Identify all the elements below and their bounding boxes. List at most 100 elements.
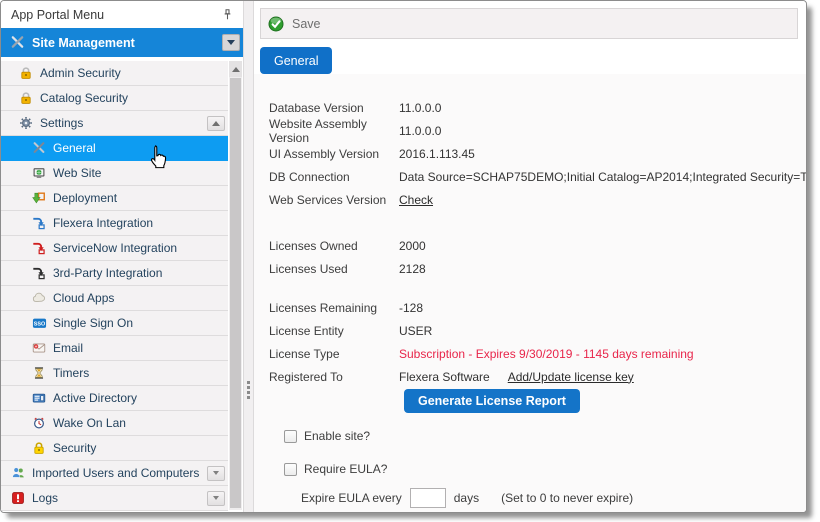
- sidebar-item-security[interactable]: Security: [1, 436, 228, 461]
- splitter-grip-icon: [247, 381, 250, 401]
- form-row-license-entity: License EntityUSER: [269, 319, 806, 342]
- checkbox-label: Enable site?: [304, 429, 370, 443]
- field-value: 2016.1.113.45: [399, 147, 475, 161]
- license-rows-bottom: Licenses Remaining-128License EntityUSER…: [269, 296, 806, 388]
- field-value: Data Source=SCHAP75DEMO;Initial Catalog=…: [399, 170, 806, 184]
- generate-license-report-button[interactable]: Generate License Report: [404, 389, 580, 413]
- section-dropdown-button[interactable]: [222, 34, 240, 51]
- checkbox-row-enable-site: Enable site?: [284, 429, 806, 443]
- field-label: DB Connection: [269, 170, 399, 184]
- sidebar-item-label: Security: [53, 441, 225, 455]
- field-label: UI Assembly Version: [269, 147, 399, 161]
- sidebar-item-label: Active Directory: [53, 391, 225, 405]
- license-rows-top: Licenses Owned2000Licenses Used2128: [269, 234, 806, 280]
- section-label: Site Management: [32, 36, 222, 50]
- sidebar-item-3rd-party-integration[interactable]: 3rd-Party Integration: [1, 261, 228, 286]
- sidebar-item-logs[interactable]: Logs: [1, 486, 228, 511]
- sidebar-section-site-management[interactable]: Site Management: [1, 28, 243, 57]
- tab-bar: General: [260, 47, 806, 74]
- field-label: Licenses Used: [269, 262, 399, 276]
- splitter[interactable]: [243, 1, 254, 512]
- sidebar-item-single-sign-on[interactable]: SSO Single Sign On: [1, 311, 228, 336]
- eula-suffix-label: days: [454, 491, 479, 505]
- eula-note-label: (Set to 0 to never expire): [501, 491, 633, 505]
- field-value: 2000: [399, 239, 426, 253]
- sidebar-item-wake-on-lan[interactable]: Wake On Lan: [1, 411, 228, 436]
- field-label: Registered To: [269, 370, 399, 384]
- toolbar: Save: [260, 8, 798, 39]
- sidebar-item-label: Wake On Lan: [53, 416, 225, 430]
- version-info-rows: Database Version11.0.0.0Website Assembly…: [269, 96, 806, 211]
- sidebar-item-label: Single Sign On: [53, 316, 225, 330]
- gear-icon: [18, 115, 34, 131]
- sidebar-item-label: Cloud Apps: [53, 291, 225, 305]
- checkbox-enable-site[interactable]: [284, 430, 297, 443]
- form-row-registered-to: Registered ToFlexera Software Add/Update …: [269, 365, 806, 388]
- sidebar-item-label: Timers: [53, 366, 225, 380]
- sidebar-item-catalog-security[interactable]: Catalog Security: [1, 86, 228, 111]
- field-value: 11.0.0.0: [399, 124, 441, 138]
- sidebar-scrollbar[interactable]: [229, 61, 242, 510]
- form-row-db-connection: DB ConnectionData Source=SCHAP75DEMO;Ini…: [269, 165, 806, 188]
- sidebar-item-label: Logs: [32, 491, 207, 505]
- sidebar: App Portal Menu Site Management Admin Se…: [1, 1, 243, 512]
- collapse-button[interactable]: [207, 116, 225, 131]
- hourglass-icon: [31, 365, 47, 381]
- sidebar-item-deployment[interactable]: Deployment: [1, 186, 228, 211]
- eula-expiry-row: Expire EULA every days (Set to 0 to neve…: [301, 488, 806, 508]
- sidebar-item-cloud-apps[interactable]: Cloud Apps: [1, 286, 228, 311]
- sidebar-item-label: General: [53, 141, 225, 155]
- scrollbar-thumb[interactable]: [230, 78, 241, 508]
- sidebar-item-label: Admin Security: [40, 66, 225, 80]
- sidebar-item-active-directory[interactable]: Active Directory: [1, 386, 228, 411]
- cloud-icon: [31, 290, 47, 306]
- field-label: Website Assembly Version: [269, 117, 399, 145]
- form-row-licenses-owned: Licenses Owned2000: [269, 234, 806, 257]
- alarm-clock-icon: [31, 415, 47, 431]
- sidebar-item-label: Web Site: [53, 166, 225, 180]
- sidebar-item-web-site[interactable]: Web Site: [1, 161, 228, 186]
- eula-days-input[interactable]: [410, 488, 446, 508]
- sidebar-item-general[interactable]: General: [1, 136, 228, 161]
- email-icon: [31, 340, 47, 356]
- padlock-yellow-icon: [31, 440, 47, 456]
- pin-icon[interactable]: [219, 7, 235, 23]
- integration-blue-icon: [31, 215, 47, 231]
- checkbox-area: Enable site? Require EULA?: [269, 429, 806, 476]
- form-row-web-services-version: Web Services VersionCheck: [269, 188, 806, 211]
- sidebar-item-label: ServiceNow Integration: [53, 241, 225, 255]
- logs-alert-icon: [10, 490, 26, 506]
- expand-button[interactable]: [207, 466, 225, 481]
- sidebar-item-servicenow-integration[interactable]: ServiceNow Integration: [1, 236, 228, 261]
- sidebar-item-flexera-integration[interactable]: Flexera Integration: [1, 211, 228, 236]
- form-row-website-assembly-version: Website Assembly Version11.0.0.0: [269, 119, 806, 142]
- settings-panel: Database Version11.0.0.0Website Assembly…: [254, 74, 806, 512]
- sidebar-item-imported-users-and-computers[interactable]: Imported Users and Computers: [1, 461, 228, 486]
- field-value: USER: [399, 324, 432, 338]
- svg-text:SSO: SSO: [33, 322, 44, 328]
- tools-icon: [9, 35, 25, 51]
- scroll-up-button[interactable]: [229, 61, 242, 77]
- checkbox-label: Require EULA?: [304, 462, 387, 476]
- sidebar-item-settings[interactable]: Settings: [1, 111, 228, 136]
- expand-button[interactable]: [207, 491, 225, 506]
- field-value-link[interactable]: Check: [399, 193, 433, 207]
- checkbox-row-require-eula: Require EULA?: [284, 462, 806, 476]
- tab-general[interactable]: General: [260, 47, 332, 74]
- field-label: Licenses Remaining: [269, 301, 399, 315]
- main-content: Save General Database Version11.0.0.0Web…: [254, 1, 806, 512]
- field-label: License Entity: [269, 324, 399, 338]
- form-row-ui-assembly-version: UI Assembly Version2016.1.113.45: [269, 142, 806, 165]
- save-button[interactable]: Save: [268, 16, 321, 32]
- sidebar-item-label: Imported Users and Computers: [32, 466, 207, 480]
- link-add-update-license-key[interactable]: Add/Update license key: [508, 370, 634, 384]
- save-check-icon: [268, 16, 284, 32]
- field-label: Web Services Version: [269, 193, 399, 207]
- sidebar-item-timers[interactable]: Timers: [1, 361, 228, 386]
- field-label: Licenses Owned: [269, 239, 399, 253]
- checkbox-require-eula[interactable]: [284, 463, 297, 476]
- field-value: Flexera Software: [399, 370, 490, 384]
- sidebar-item-email[interactable]: Email: [1, 336, 228, 361]
- save-button-label: Save: [292, 17, 321, 31]
- sidebar-item-admin-security[interactable]: Admin Security: [1, 61, 228, 86]
